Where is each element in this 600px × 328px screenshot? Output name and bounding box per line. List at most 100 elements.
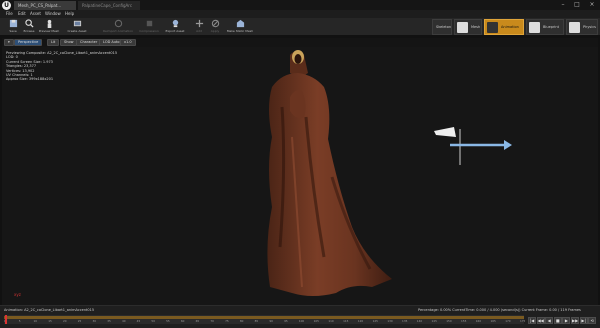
- cloaked-character-mesh: [267, 50, 392, 296]
- stat-line: Previewing Composite: A2_2C_coClone_Liba…: [6, 51, 118, 55]
- preview-viewport[interactable]: Previewing Composite: A2_2C_coClone_Liba…: [2, 47, 598, 305]
- minimize-icon[interactable]: –: [556, 0, 570, 9]
- editor-tab-inactive[interactable]: PalpatineCape_ConfigArc: [78, 1, 140, 10]
- timeline-tick-label: 40: [121, 319, 126, 323]
- play-reverse-icon[interactable]: ◀: [545, 317, 554, 324]
- timeline-tick-label: 85: [254, 319, 259, 323]
- go-to-end-icon[interactable]: ▶|: [579, 317, 588, 324]
- timeline-tick-label: 175: [520, 319, 526, 323]
- make-static-mesh-button[interactable]: Make Static Mesh: [222, 19, 258, 35]
- menu-asset[interactable]: Asset: [30, 11, 41, 16]
- timeline-tick-label: 135: [402, 319, 408, 323]
- timeline-tick-label: 10: [33, 319, 38, 323]
- animation-name-label: Animation: A2_2C_coClone_Libart1_animAcc…: [4, 308, 95, 312]
- make-static-mesh-icon: [236, 19, 244, 28]
- timeline-tick-label: 105: [313, 319, 319, 323]
- reimport-icon: [114, 19, 122, 28]
- show-button[interactable]: Show: [60, 39, 78, 46]
- timeline-tick-label: 60: [180, 319, 185, 323]
- add-icon: [195, 19, 203, 28]
- timeline-ticks: 0510152025303540455055606570758085909510…: [4, 319, 526, 324]
- menu-help[interactable]: Help: [65, 11, 74, 16]
- mode-physics-button[interactable]: Physics: [566, 19, 598, 35]
- timeline-tick-label: 80: [239, 319, 244, 323]
- timeline-tick-label: 160: [475, 319, 482, 323]
- timeline-tick-label: 165: [490, 319, 496, 323]
- timeline-tick-label: 95: [284, 319, 288, 323]
- animation-mode-icon: [487, 22, 498, 33]
- timeline-tick-label: 155: [461, 319, 467, 323]
- stat-line: Approx Size: 399x188x201: [6, 77, 54, 82]
- title-bar: U Mesh_PC_CS_Palpat... PalpatineCape_Con…: [0, 0, 600, 10]
- stop-icon[interactable]: ■: [553, 317, 562, 324]
- menu-file[interactable]: File: [6, 11, 13, 16]
- create-asset-icon: [73, 20, 81, 27]
- timeline-tick-label: 115: [343, 319, 349, 323]
- viewport-stats: Previewing Composite: A2_2C_coClone_Liba…: [6, 51, 117, 82]
- timeline-tick-label: 70: [210, 319, 214, 323]
- go-to-start-icon[interactable]: |◀: [528, 317, 536, 324]
- menu-window[interactable]: Window: [45, 11, 61, 16]
- step-forward-icon[interactable]: ▶▶: [571, 317, 579, 324]
- lit-button[interactable]: Lit: [47, 39, 60, 46]
- axis-gizmo: xyz: [14, 292, 21, 297]
- apply-icon: [211, 19, 219, 28]
- save-icon: [9, 19, 17, 28]
- timeline-tick-label: 145: [431, 319, 437, 323]
- step-back-icon[interactable]: ◀◀: [536, 317, 545, 324]
- mode-blueprint-button[interactable]: Blueprint: [526, 19, 564, 35]
- timeline-tick-label: 15: [48, 319, 52, 323]
- play-icon[interactable]: ▶: [562, 317, 571, 324]
- editor-tab-active[interactable]: Mesh_PC_CS_Palpat...: [14, 1, 76, 10]
- timeline-track[interactable]: 0510152025303540455055606570758085909510…: [4, 315, 526, 324]
- physics-mode-icon: [569, 22, 580, 33]
- wind-direction-arrow-icon[interactable]: [430, 125, 514, 167]
- compression-button[interactable]: Compression: [136, 19, 162, 35]
- timeline-tick-label: 100: [298, 319, 305, 323]
- compression-icon: [146, 20, 152, 27]
- timeline-tick-label: 65: [195, 319, 200, 323]
- viewport-toolbar: ▾ Perspective Lit Show Character LOD Aut…: [2, 38, 598, 47]
- timeline-tick-label: 25: [77, 319, 82, 323]
- preview-mesh-button[interactable]: Preview Mesh: [36, 19, 62, 35]
- menu-edit[interactable]: Edit: [18, 11, 26, 16]
- timeline-tick-label: 130: [387, 319, 393, 323]
- timeline-tick-label: 30: [92, 319, 97, 323]
- close-icon[interactable]: ×: [585, 0, 599, 9]
- loop-icon[interactable]: ⟲: [588, 317, 597, 324]
- maximize-icon[interactable]: □: [570, 0, 584, 9]
- mesh-mode-icon: [457, 22, 468, 33]
- create-asset-button[interactable]: Create Asset: [64, 19, 90, 35]
- animation-timeline: Animation: A2_2C_coClone_Libart1_animAcc…: [0, 305, 600, 328]
- reimport-animation-button[interactable]: Reimport Animation: [98, 19, 138, 35]
- timeline-tick-label: 20: [62, 319, 67, 323]
- viewport-options-button[interactable]: ▾: [4, 39, 14, 46]
- timeline-tick-label: 120: [357, 319, 364, 323]
- timeline-tick-label: 35: [107, 319, 111, 323]
- timeline-tick-label: 125: [372, 319, 378, 323]
- timeline-tick-label: 50: [151, 319, 155, 323]
- blueprint-mode-icon: [529, 22, 540, 33]
- timeline-tick-label: 150: [446, 319, 452, 323]
- timeline-tick-label: 90: [269, 319, 273, 323]
- timeline-tick-label: 170: [505, 319, 511, 323]
- timeline-tick-label: 140: [416, 319, 423, 323]
- mode-mesh-button[interactable]: Mesh: [454, 19, 482, 35]
- menu-bar: File Edit Asset Window Help: [0, 10, 600, 18]
- perspective-button[interactable]: Perspective: [14, 39, 43, 46]
- browse-icon: [24, 19, 34, 28]
- timeline-tick-label: 110: [328, 319, 334, 323]
- timeline-tick-label: 45: [136, 319, 141, 323]
- speed-button[interactable]: x1.0: [120, 39, 136, 46]
- timeline-tick-label: 55: [166, 319, 170, 323]
- playback-status: Percentage: 0.00% CurrentTime: 0.000 / 4…: [418, 308, 581, 312]
- mode-skeleton-button[interactable]: Skeleton: [432, 19, 452, 35]
- export-asset-button[interactable]: Export Asset: [162, 19, 188, 35]
- timeline-tick-label: 5: [18, 319, 21, 323]
- playhead-marker[interactable]: [5, 315, 7, 324]
- mode-animation-button[interactable]: Animation: [484, 19, 524, 35]
- timeline-tick-label: 75: [225, 319, 229, 323]
- export-asset-icon: [172, 19, 178, 28]
- unreal-logo-icon: U: [2, 1, 11, 10]
- character-button[interactable]: Character: [76, 39, 102, 46]
